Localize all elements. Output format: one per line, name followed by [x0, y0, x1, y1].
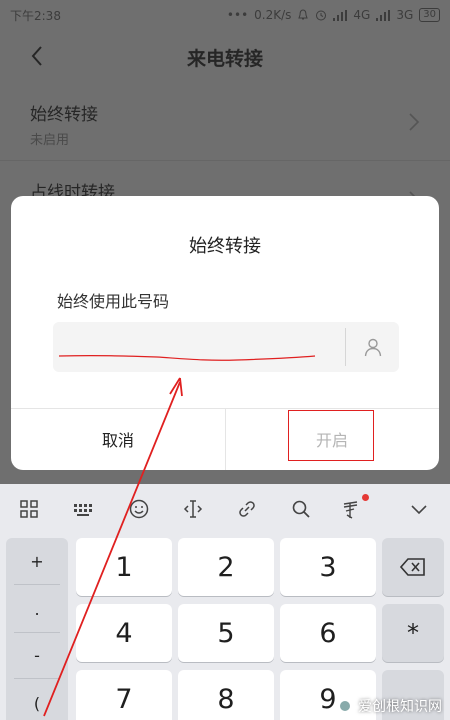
key-star[interactable]: *	[382, 604, 444, 662]
key-4[interactable]: 4	[76, 604, 172, 662]
dialog-title: 始终转接	[189, 236, 261, 257]
keyboard-toolbar	[0, 484, 450, 534]
key-dot[interactable]: .	[6, 600, 68, 619]
numeric-keyboard: + . - ( 1 2 3 4 5 6 * 7 8 9	[0, 484, 450, 720]
status-right: ••• 0.2K/s 4G 3G 30	[227, 8, 440, 22]
symbol-column: + . - (	[6, 538, 68, 720]
forward-dialog: 始终转接 始终使用此号码 取消 开启	[11, 196, 439, 470]
key-7[interactable]: 7	[76, 670, 172, 720]
notification-dot	[362, 494, 369, 501]
contact-person-icon[interactable]	[363, 337, 383, 357]
back-arrow-icon[interactable]	[26, 44, 50, 68]
cancel-button[interactable]: 取消	[11, 408, 225, 470]
status-network-3g: 3G	[396, 8, 414, 22]
watermark-text: 爱创根知识网	[358, 699, 442, 715]
status-bar: 下午2:38 ••• 0.2K/s 4G 3G 30	[0, 0, 450, 30]
key-1[interactable]: 1	[76, 538, 172, 596]
watermark: 爱创根知识网	[336, 696, 442, 716]
phone-number-field	[53, 322, 399, 372]
status-speed: 0.2K/s	[254, 8, 292, 22]
watermark-logo-icon	[336, 697, 354, 715]
setting-always-forward[interactable]: 始终转接 未启用	[0, 100, 450, 148]
voice-icon[interactable]	[340, 498, 362, 520]
alarm-icon	[316, 10, 327, 21]
battery-indicator: 30	[419, 8, 440, 22]
status-network-4g: 4G	[353, 8, 371, 22]
status-dots: •••	[226, 8, 249, 22]
signal-icon-2	[376, 9, 391, 21]
nav-bar: 来电转接	[0, 30, 450, 84]
symbol-divider	[14, 632, 60, 633]
key-8[interactable]: 8	[178, 670, 274, 720]
cursor-icon[interactable]	[182, 498, 204, 520]
grid-icon[interactable]	[18, 498, 40, 520]
key-minus[interactable]: -	[6, 646, 68, 665]
input-separator	[345, 328, 346, 366]
status-time: 下午2:38	[10, 8, 61, 23]
list-divider	[0, 160, 450, 161]
phone-number-input[interactable]	[53, 322, 345, 372]
keyboard-icon[interactable]	[72, 498, 94, 520]
backspace-icon	[400, 558, 425, 576]
annotation-highlight-box	[288, 410, 374, 461]
search-icon[interactable]	[290, 498, 312, 520]
bell-icon	[298, 9, 309, 20]
link-icon[interactable]	[236, 498, 258, 520]
collapse-icon[interactable]	[408, 498, 430, 520]
chevron-right-icon	[409, 113, 420, 131]
signal-icon	[333, 9, 348, 21]
dialog-label: 始终使用此号码	[57, 292, 170, 311]
setting-status: 未启用	[30, 133, 70, 148]
key-paren[interactable]: (	[6, 694, 68, 713]
key-plus[interactable]: +	[6, 552, 68, 571]
key-3[interactable]: 3	[280, 538, 376, 596]
setting-label: 始终转接	[30, 105, 98, 125]
emoji-icon[interactable]	[128, 498, 150, 520]
symbol-divider	[14, 678, 60, 679]
key-6[interactable]: 6	[280, 604, 376, 662]
backspace-key[interactable]	[382, 538, 444, 596]
key-5[interactable]: 5	[178, 604, 274, 662]
symbol-divider	[14, 584, 60, 585]
key-2[interactable]: 2	[178, 538, 274, 596]
page-title: 来电转接	[186, 47, 263, 70]
redaction-scribble	[58, 354, 316, 361]
